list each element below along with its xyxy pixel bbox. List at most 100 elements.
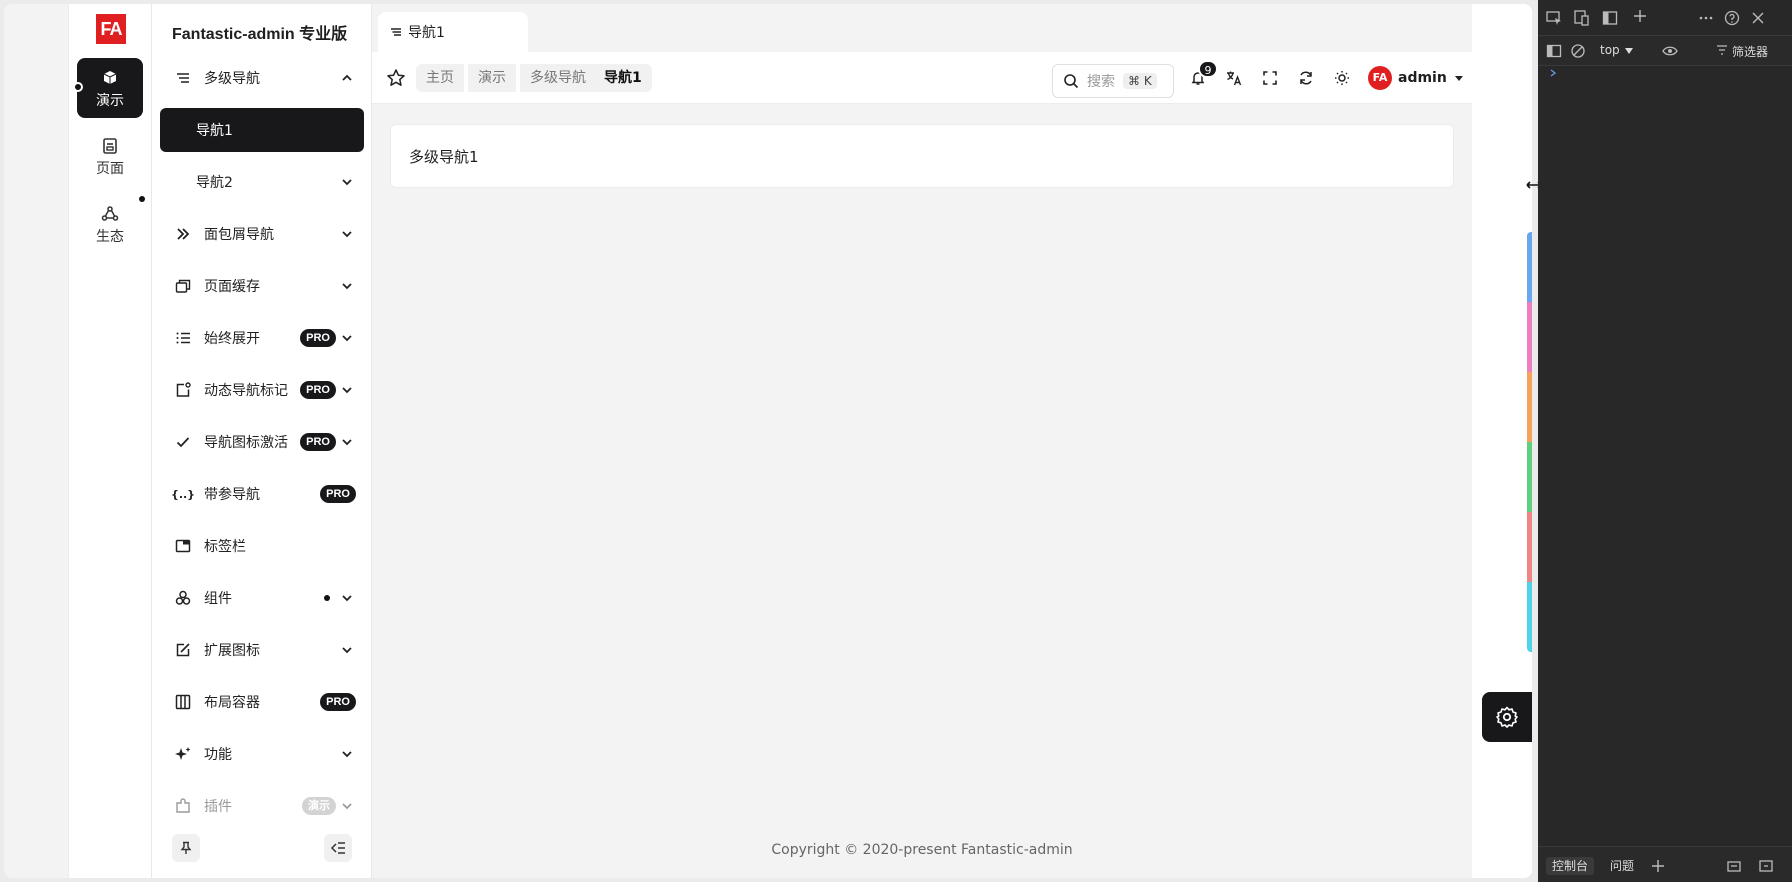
edit-icon xyxy=(174,641,192,659)
list-bullets-icon xyxy=(174,329,192,347)
menu-item-nav2[interactable]: 导航2 xyxy=(160,160,364,204)
menu-item-tabbar[interactable]: 标签栏 xyxy=(160,524,364,568)
sun-icon xyxy=(1335,71,1349,85)
tab-label: 导航1 xyxy=(408,25,445,41)
user-menu[interactable]: FA admin xyxy=(1368,66,1465,90)
reload-button[interactable] xyxy=(1296,68,1316,88)
main-nav-pages[interactable]: 页面 xyxy=(77,126,143,186)
menu-item-components[interactable]: 组件 xyxy=(160,576,364,620)
devtools-console-toolbar: top 筛选器 xyxy=(1538,36,1792,66)
dock-side-icon[interactable] xyxy=(1602,10,1618,26)
chevron-down-icon xyxy=(342,179,352,186)
chevrons-right-icon xyxy=(174,225,192,243)
search-icon xyxy=(1064,74,1079,89)
menu-label: 组件 xyxy=(204,591,232,607)
caret-down-icon xyxy=(1625,48,1633,54)
theme-color-red[interactable] xyxy=(1527,512,1532,582)
inspect-icon[interactable] xyxy=(1546,10,1562,26)
menu-label: 多级导航 xyxy=(204,71,260,87)
menu-item-dynamic-badge[interactable]: 动态导航标记 PRO xyxy=(160,368,364,412)
active-indicator-dot xyxy=(73,82,83,92)
clear-console-icon[interactable] xyxy=(1570,43,1586,59)
help-icon[interactable] xyxy=(1724,10,1740,26)
breadcrumb-home[interactable]: 主页 xyxy=(416,64,464,92)
sub-sidebar: Fantastic-admin 专业版 多级导航 导航1 导航2 面包屑导航 页… xyxy=(152,4,372,878)
pin-menu-button[interactable] xyxy=(172,834,200,862)
breadcrumb-multilevel[interactable]: 多级导航 xyxy=(520,64,596,92)
caret-down-icon xyxy=(1454,76,1463,81)
menu-item-multilevel[interactable]: 多级导航 xyxy=(160,56,364,100)
close-drawer-icon[interactable] xyxy=(1758,858,1774,874)
cube-icon xyxy=(103,71,117,84)
menu-item-icon-active[interactable]: 导航图标激活 PRO xyxy=(160,420,364,464)
console-prompt-icon xyxy=(1550,69,1557,77)
theme-color-cyan[interactable] xyxy=(1527,582,1532,652)
menu-item-always-expand[interactable]: 始终展开 PRO xyxy=(160,316,364,360)
theme-toggle-button[interactable] xyxy=(1332,68,1352,88)
chevron-down-icon xyxy=(342,335,352,342)
toolbar: 主页 演示 多级导航 导航1 搜索 ⌘ K 9 FA admin xyxy=(372,52,1472,104)
menu-item-extend-icons[interactable]: 扩展图标 xyxy=(160,628,364,672)
device-toolbar-icon[interactable] xyxy=(1574,10,1590,26)
filter-input[interactable]: 筛选器 xyxy=(1732,43,1768,60)
app-title: Fantastic-admin 专业版 xyxy=(172,26,348,43)
menu-item-features[interactable]: 功能 xyxy=(160,732,364,776)
sparkles-icon xyxy=(174,745,192,763)
settings-button[interactable] xyxy=(1482,692,1532,742)
add-tab-icon[interactable] xyxy=(1650,858,1666,874)
collapse-sidebar-icon xyxy=(330,842,345,854)
dock-drawer-icon[interactable] xyxy=(1726,858,1742,874)
columns-icon xyxy=(174,693,192,711)
menu-item-layout[interactable]: 布局容器 PRO xyxy=(160,680,364,724)
theme-color-green[interactable] xyxy=(1527,442,1532,512)
more-options-icon[interactable] xyxy=(1698,10,1714,26)
notifications-button[interactable]: 9 xyxy=(1188,60,1218,88)
menu-label: 扩展图标 xyxy=(204,643,260,659)
close-icon[interactable] xyxy=(1750,10,1766,26)
menu-item-param-nav[interactable]: {..} 带参导航 PRO xyxy=(160,472,364,516)
main-nav-label: 演示 xyxy=(96,93,124,109)
breadcrumb-current: 导航1 xyxy=(594,64,652,92)
devtools-top-bar xyxy=(1538,0,1792,36)
fullscreen-button[interactable] xyxy=(1260,68,1280,88)
main-nav-demo[interactable]: 演示 xyxy=(73,58,143,118)
chevron-down-icon xyxy=(342,387,352,394)
tab-issues[interactable]: 问题 xyxy=(1610,857,1634,875)
menu-item-plugins[interactable]: 插件 演示 xyxy=(160,784,364,828)
menu-label: 导航1 xyxy=(196,123,233,139)
theme-color-pink[interactable] xyxy=(1527,302,1532,372)
language-button[interactable] xyxy=(1224,68,1244,88)
tab-console[interactable]: 控制台 xyxy=(1546,857,1595,875)
menu-item-page-cache[interactable]: 页面缓存 xyxy=(160,264,364,308)
context-selector[interactable]: top xyxy=(1600,43,1620,57)
chevron-down-icon xyxy=(342,647,352,654)
braces-icon: {..} xyxy=(170,487,196,501)
menu-item-nav1[interactable]: 导航1 xyxy=(160,108,364,152)
card-title: 多级导航1 xyxy=(409,148,479,166)
menu-label: 标签栏 xyxy=(204,539,246,555)
pro-badge: PRO xyxy=(300,381,336,399)
main-nav-ecosystem[interactable]: 生态 xyxy=(77,194,145,254)
star-icon[interactable] xyxy=(386,68,406,88)
theme-color-orange[interactable] xyxy=(1527,372,1532,442)
collapse-menu-button[interactable] xyxy=(324,834,352,862)
avatar: FA xyxy=(1368,66,1392,90)
badge-icon xyxy=(174,381,192,399)
brand-logo[interactable]: FA xyxy=(96,14,126,44)
pro-badge: PRO xyxy=(320,693,356,711)
search-input[interactable]: 搜索 ⌘ K xyxy=(1052,64,1174,98)
gear-icon xyxy=(1496,706,1518,728)
sidebar-toggle-icon[interactable] xyxy=(1546,43,1562,59)
menu-label: 布局容器 xyxy=(204,695,260,711)
theme-color-blue[interactable] xyxy=(1527,232,1532,302)
menu-label: 导航2 xyxy=(196,175,233,191)
tab-nav1[interactable]: 导航1 xyxy=(378,12,528,52)
search-placeholder: 搜索 xyxy=(1087,74,1115,90)
add-tab-icon[interactable] xyxy=(1632,8,1648,24)
translate-icon xyxy=(1227,71,1242,86)
eye-icon[interactable] xyxy=(1662,43,1678,59)
menu-item-breadcrumb[interactable]: 面包屑导航 xyxy=(160,212,364,256)
breadcrumb-demo[interactable]: 演示 xyxy=(468,64,516,92)
search-shortcut: ⌘ K xyxy=(1123,73,1157,89)
menu-label: 面包屑导航 xyxy=(204,227,274,243)
